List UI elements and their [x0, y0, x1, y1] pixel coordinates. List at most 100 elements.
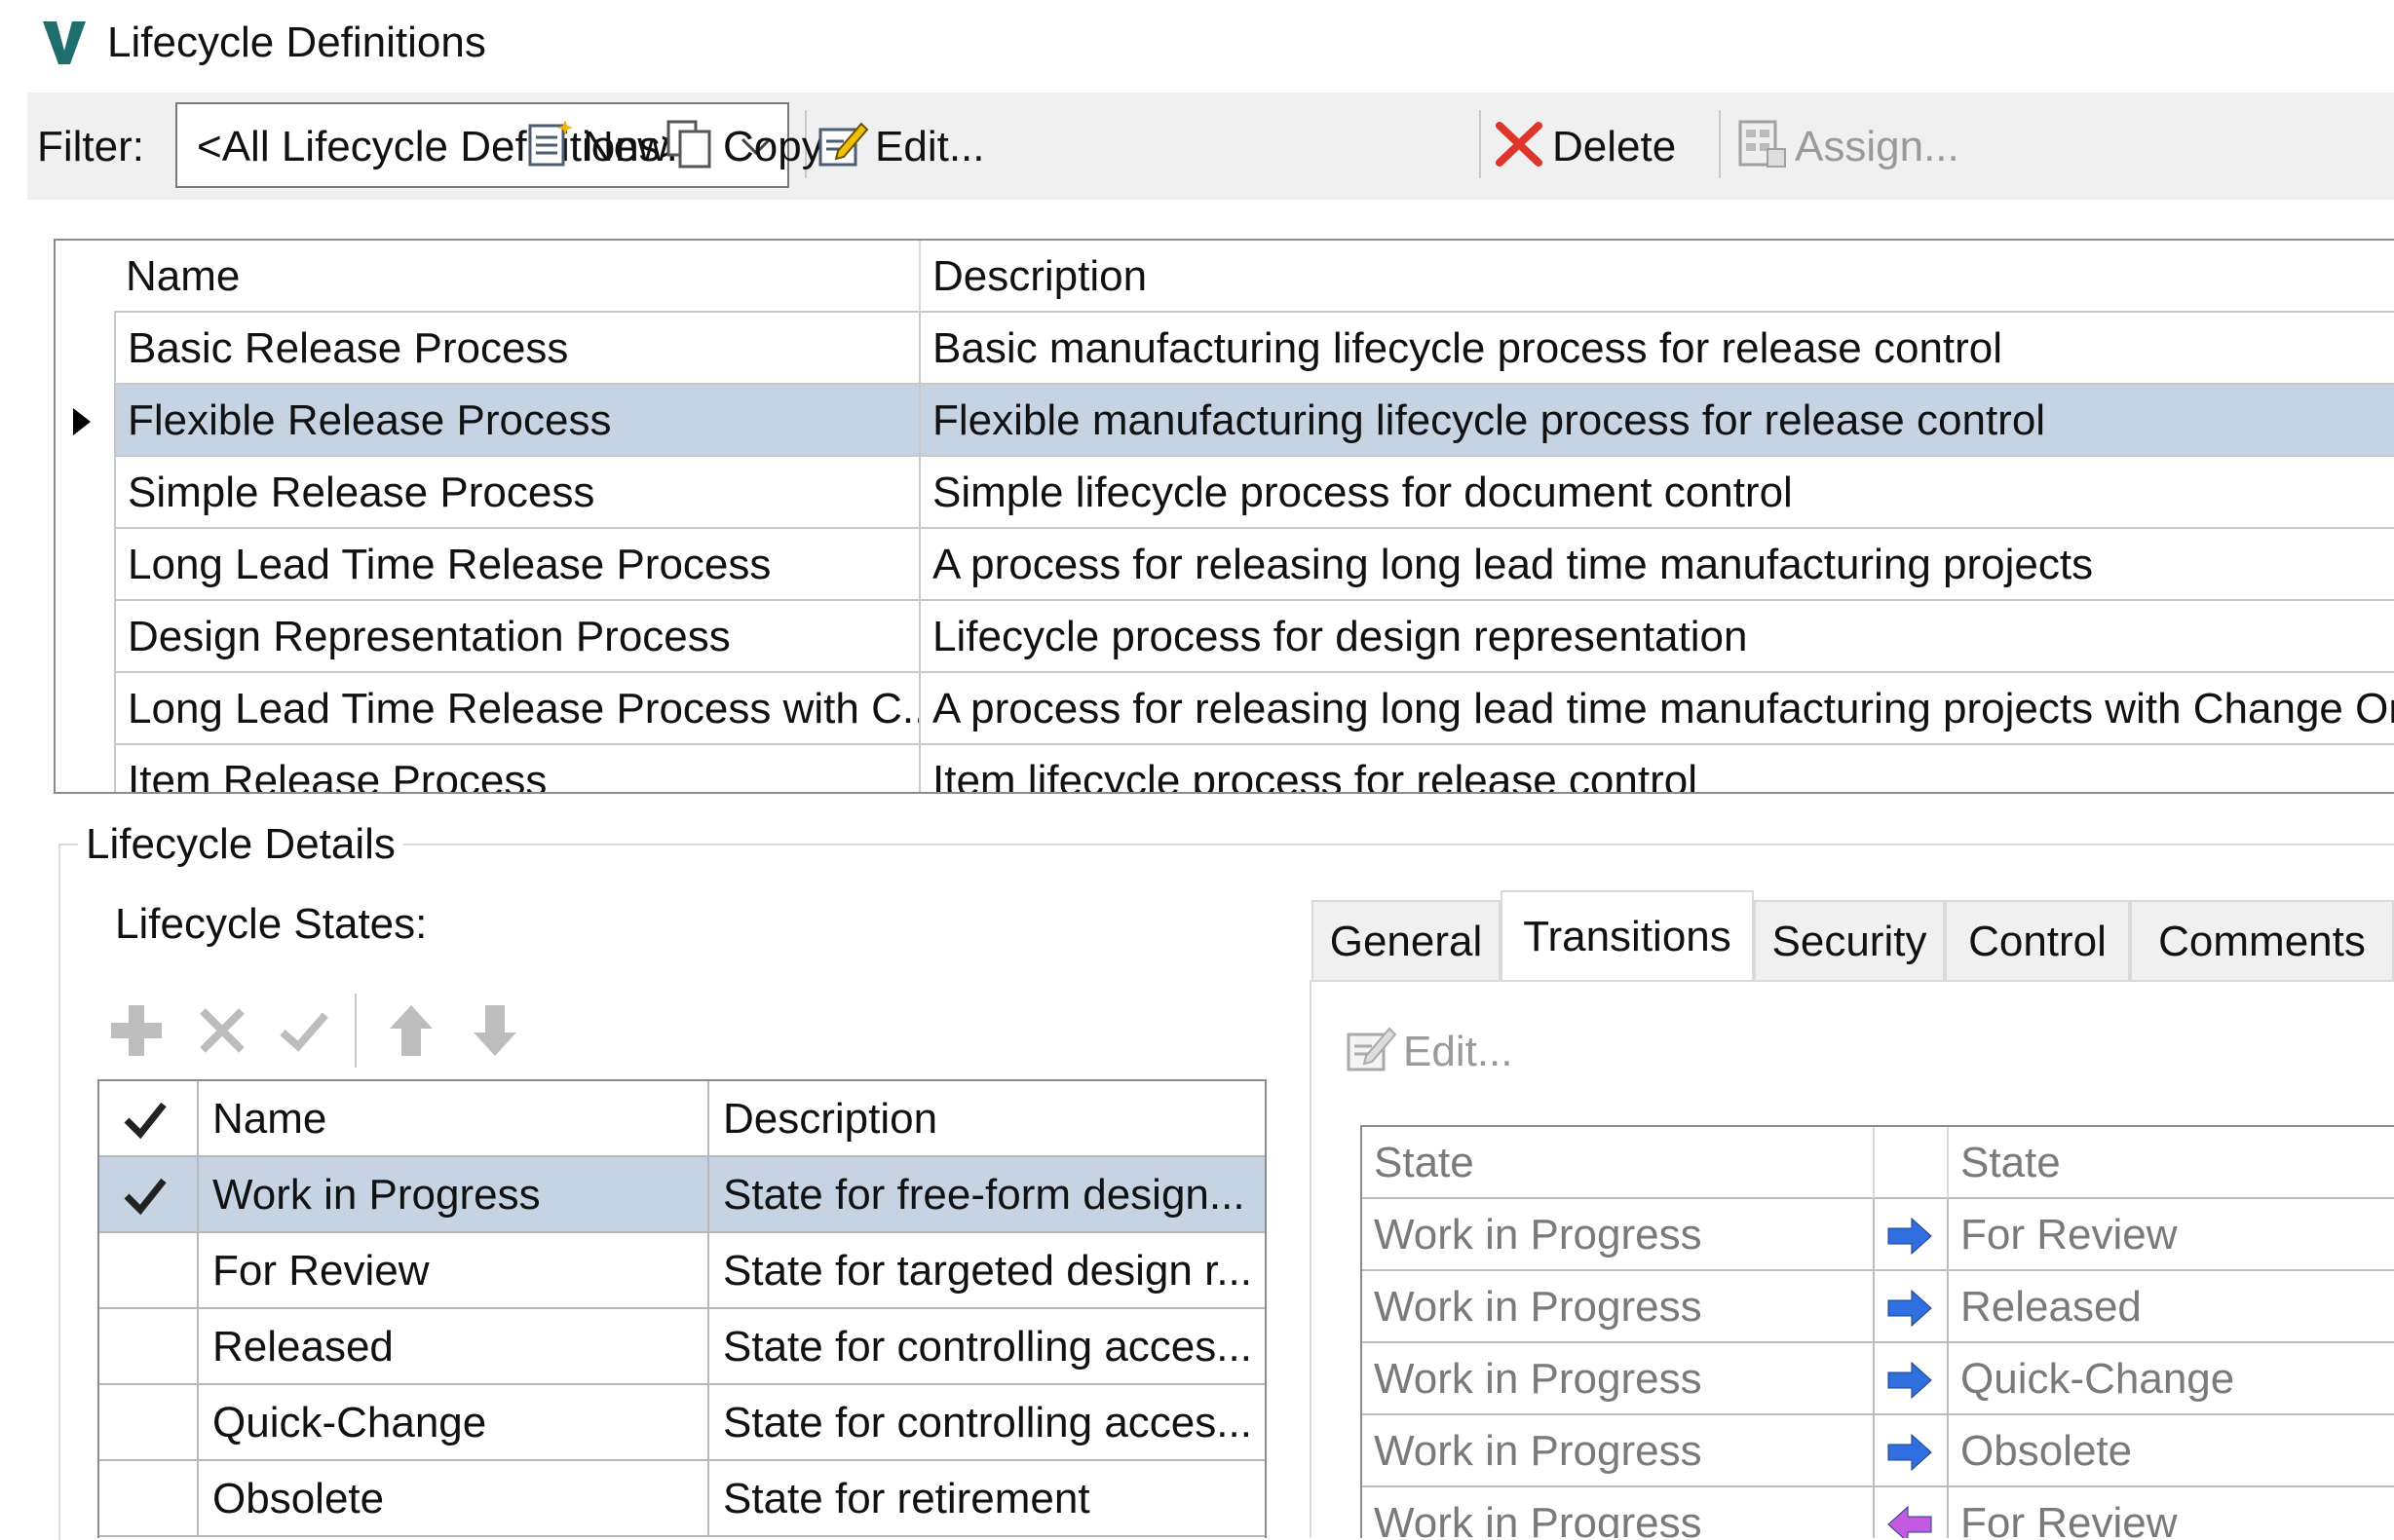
state-name-cell[interactable]: Released: [197, 1309, 707, 1385]
transition-row[interactable]: Work in Progress For Review: [1362, 1487, 2394, 1538]
remove-state-icon[interactable]: [191, 999, 253, 1062]
states-header-row: Name Description: [99, 1081, 1265, 1157]
add-state-icon[interactable]: [105, 999, 168, 1062]
column-header-from-state[interactable]: State: [1362, 1127, 1873, 1199]
transition-row[interactable]: Work in Progress Obsolete: [1362, 1415, 2394, 1487]
table-row[interactable]: Long Lead Time Release Process with C...…: [56, 673, 2394, 745]
delete-button-label: Delete: [1552, 123, 1677, 170]
edit-icon: [818, 122, 869, 167]
tab-comments[interactable]: Comments: [2130, 900, 2394, 980]
delete-x-icon: [1496, 122, 1542, 167]
table-row[interactable]: Item Release Process Item lifecycle proce…: [56, 745, 2394, 792]
transition-from-cell[interactable]: Work in Progress: [1362, 1343, 1873, 1415]
lifecycle-name-cell[interactable]: Design Representation Process: [114, 601, 919, 673]
column-header-default[interactable]: [99, 1081, 197, 1157]
lifecycle-states-grid: Name Description Work in Progress State f…: [97, 1079, 1267, 1538]
transitions-header-row: State State: [1362, 1127, 2394, 1199]
copy-icon: [666, 120, 711, 169]
transition-from-cell[interactable]: Work in Progress: [1362, 1199, 1873, 1271]
table-row[interactable]: Long Lead Time Release Process A process …: [56, 529, 2394, 601]
state-row[interactable]: Quick-Change State for controlling acces.…: [99, 1385, 1265, 1461]
state-description-cell[interactable]: State for retirement: [707, 1461, 1265, 1537]
state-row[interactable]: Obsolete State for retirement: [99, 1461, 1265, 1537]
grid-header-row: Name Description: [56, 241, 2394, 313]
transition-row[interactable]: Work in Progress Quick-Change: [1362, 1343, 2394, 1415]
transition-from-cell[interactable]: Work in Progress: [1362, 1415, 1873, 1487]
transition-row[interactable]: Work in Progress Released: [1362, 1271, 2394, 1343]
lifecycle-description-cell[interactable]: Lifecycle process for design representat…: [919, 601, 2394, 673]
lifecycle-description-cell[interactable]: A process for releasing long lead time m…: [919, 529, 2394, 601]
transition-row[interactable]: Work in Progress For Review: [1362, 1199, 2394, 1271]
lifecycle-name-cell[interactable]: Basic Release Process: [114, 313, 919, 385]
column-header-to-state[interactable]: State: [1947, 1127, 2394, 1199]
default-state-cell[interactable]: [99, 1309, 197, 1385]
state-description-cell[interactable]: State for free-form design...: [707, 1157, 1265, 1233]
checkmark-icon: [124, 1102, 167, 1140]
state-name-cell[interactable]: Work in Progress: [197, 1157, 707, 1233]
lifecycle-description-cell[interactable]: A process for releasing long lead time m…: [919, 673, 2394, 745]
lifecycle-description-cell[interactable]: Simple lifecycle process for document co…: [919, 457, 2394, 529]
window-title: Lifecycle Definitions: [107, 19, 486, 66]
transition-to-cell[interactable]: For Review: [1947, 1199, 2394, 1271]
state-row[interactable]: Work in Progress State for free-form desi…: [99, 1157, 1265, 1233]
arrow-right-icon: [1887, 1361, 1932, 1400]
transition-direction-cell: [1873, 1271, 1947, 1343]
arrow-right-icon: [1887, 1217, 1932, 1256]
table-row[interactable]: Simple Release Process Simple lifecycle p…: [56, 457, 2394, 529]
state-name-cell[interactable]: Obsolete: [197, 1461, 707, 1537]
table-row[interactable]: Design Representation Process Lifecycle p…: [56, 601, 2394, 673]
lifecycle-name-cell[interactable]: Flexible Release Process: [114, 385, 919, 457]
lifecycle-definitions-grid: Name Description Basic Release Process Ba…: [54, 239, 2394, 794]
default-state-cell[interactable]: [99, 1461, 197, 1537]
tab-control[interactable]: Control: [1945, 900, 2130, 980]
default-state-cell[interactable]: [99, 1385, 197, 1461]
tab-general[interactable]: General: [1311, 900, 1501, 980]
table-row[interactable]: Flexible Release Process Flexible manufac…: [56, 385, 2394, 457]
transition-to-cell[interactable]: Quick-Change: [1947, 1343, 2394, 1415]
new-document-icon: [528, 120, 573, 167]
transition-to-cell[interactable]: Released: [1947, 1271, 2394, 1343]
move-up-icon[interactable]: [380, 999, 442, 1062]
lifecycle-description-cell[interactable]: Item lifecycle process for release contr…: [919, 745, 2394, 792]
assign-icon: [1738, 120, 1786, 168]
state-description-cell[interactable]: State for controlling acces...: [707, 1385, 1265, 1461]
state-row[interactable]: For Review State for targeted design r...: [99, 1233, 1265, 1309]
column-header-description[interactable]: Description: [707, 1081, 1265, 1157]
state-row[interactable]: Released State for controlling acces...: [99, 1309, 1265, 1385]
transition-direction-cell: [1873, 1487, 1947, 1538]
transition-from-cell[interactable]: Work in Progress: [1362, 1271, 1873, 1343]
transition-to-cell[interactable]: For Review: [1947, 1487, 2394, 1538]
transition-to-cell[interactable]: Obsolete: [1947, 1415, 2394, 1487]
state-description-cell[interactable]: State for targeted design r...: [707, 1233, 1265, 1309]
row-indicator-icon: [73, 408, 91, 435]
column-header-description[interactable]: Description: [919, 241, 2394, 313]
lifecycle-name-cell[interactable]: Long Lead Time Release Process: [114, 529, 919, 601]
state-description-cell[interactable]: State for controlling acces...: [707, 1309, 1265, 1385]
move-down-icon[interactable]: [464, 999, 526, 1062]
lifecycle-name-cell[interactable]: Long Lead Time Release Process with C...: [114, 673, 919, 745]
transition-from-cell[interactable]: Work in Progress: [1362, 1487, 1873, 1538]
tab-security[interactable]: Security: [1754, 900, 1945, 980]
state-name-cell[interactable]: Quick-Change: [197, 1385, 707, 1461]
toolbar-separator: [1479, 110, 1481, 178]
lifecycle-states-label: Lifecycle States:: [115, 900, 428, 948]
tab-transitions[interactable]: Transitions: [1501, 890, 1754, 982]
transition-direction-cell: [1873, 1343, 1947, 1415]
default-state-cell[interactable]: [99, 1233, 197, 1309]
set-default-check-icon[interactable]: [273, 999, 335, 1062]
lifecycle-description-cell[interactable]: Flexible manufacturing lifecycle process…: [919, 385, 2394, 457]
table-row[interactable]: Basic Release Process Basic manufacturing…: [56, 313, 2394, 385]
vault-logo-icon: [39, 18, 90, 68]
arrow-right-icon: [1887, 1289, 1932, 1328]
lifecycle-name-cell[interactable]: Item Release Process: [114, 745, 919, 792]
column-header-name[interactable]: Name: [114, 241, 919, 313]
default-state-cell[interactable]: [99, 1157, 197, 1233]
checkmark-icon: [124, 1178, 167, 1216]
toolbar: Filter: <All Lifecycle Definitions> New.…: [27, 93, 2394, 200]
column-header-direction: [1873, 1127, 1947, 1199]
lifecycle-name-cell[interactable]: Simple Release Process: [114, 457, 919, 529]
lifecycle-description-cell[interactable]: Basic manufacturing lifecycle process fo…: [919, 313, 2394, 385]
toolbar-separator: [355, 994, 357, 1068]
state-name-cell[interactable]: For Review: [197, 1233, 707, 1309]
column-header-name[interactable]: Name: [197, 1081, 707, 1157]
